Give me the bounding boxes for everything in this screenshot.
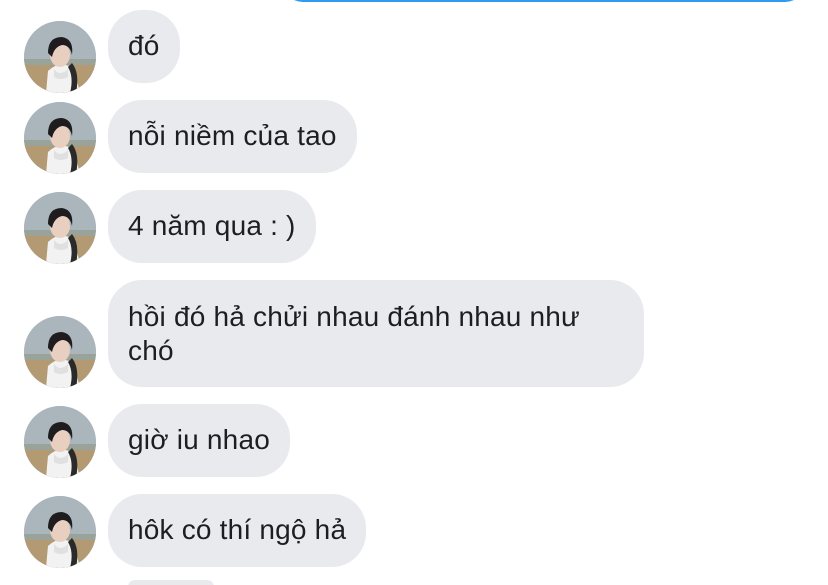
message-bubble[interactable]: giờ iu nhao [108, 404, 290, 477]
avatar-photo-icon [24, 21, 96, 93]
message-row: hồi đó hả chửi nhau đánh nhau như chó [0, 280, 828, 390]
avatar-photo-icon [24, 316, 96, 388]
message-bubble[interactable]: nỗi niềm của tao [108, 100, 357, 173]
message-bubble[interactable]: đó [108, 10, 180, 83]
avatar[interactable] [24, 316, 96, 388]
message-row: nỗi niềm của tao [0, 100, 828, 175]
message-bubble[interactable]: 4 năm qua : ) [108, 190, 316, 263]
message-bubble[interactable]: hồi đó hả chửi nhau đánh nhau như chó [108, 280, 644, 387]
avatar[interactable] [24, 406, 96, 478]
outgoing-message-bubble-partial[interactable] [282, 0, 806, 2]
avatar[interactable] [24, 102, 96, 174]
message-bubble[interactable]: hôk có thí ngộ hả [108, 494, 367, 567]
avatar[interactable] [24, 192, 96, 264]
message-bubble-partial[interactable] [128, 580, 214, 585]
avatar-photo-icon [24, 102, 96, 174]
message-row: đó [0, 10, 828, 93]
message-row: hôk có thí ngộ hả [0, 494, 828, 569]
message-row: 4 năm qua : ) [0, 190, 828, 265]
message-row: giờ iu nhao [0, 404, 828, 479]
avatar-photo-icon [24, 192, 96, 264]
avatar-photo-icon [24, 496, 96, 568]
avatar-photo-icon [24, 406, 96, 478]
avatar[interactable] [24, 21, 96, 93]
chat-thread: đó nỗi niềm của tao 4 năm qua:) hồi đó… [0, 0, 828, 585]
avatar[interactable] [24, 496, 96, 568]
